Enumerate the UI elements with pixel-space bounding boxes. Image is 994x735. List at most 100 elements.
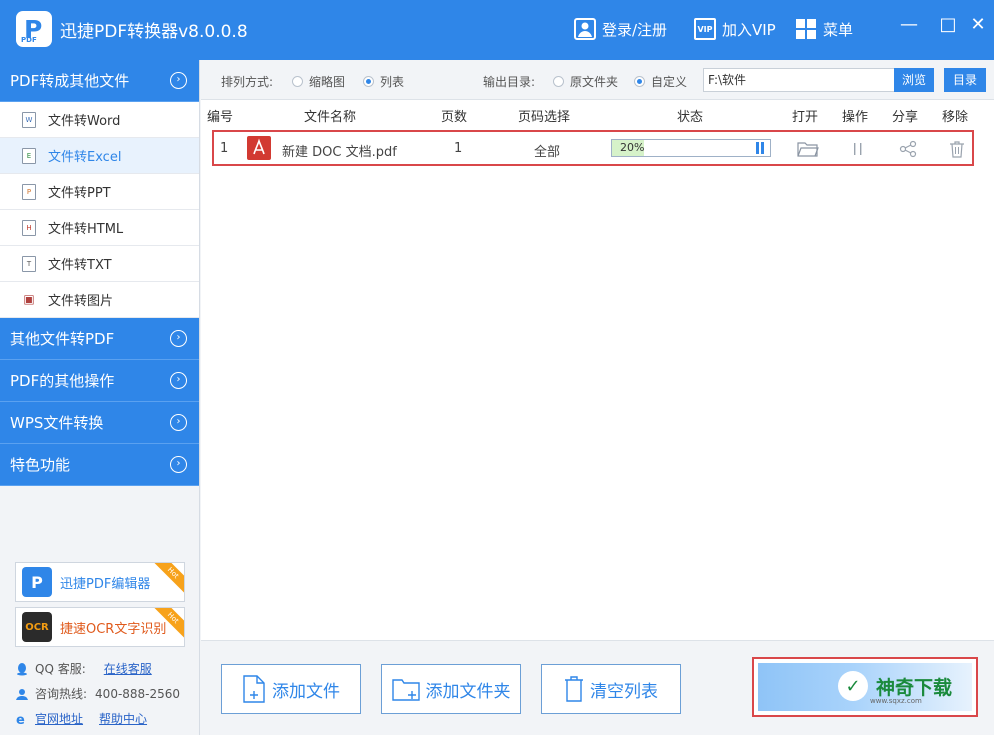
category-pdf-other-ops[interactable]: PDF的其他操作 ›	[0, 360, 199, 402]
promo-label: 捷速OCR文字识别	[60, 621, 167, 637]
start-convert-button[interactable]: ✓ 神奇下载 www.sqxz.com	[752, 657, 978, 717]
col-pages: 页数	[441, 110, 468, 125]
user-icon	[574, 18, 596, 40]
online-support-link[interactable]: 在线客服	[104, 660, 152, 677]
login-label: 登录/注册	[602, 20, 668, 39]
browse-button[interactable]: 浏览	[894, 68, 934, 92]
promo-label: 迅捷PDF编辑器	[60, 576, 151, 592]
sidebar-item-label: 文件转Excel	[48, 150, 122, 165]
html-file-icon: H	[22, 219, 36, 236]
chevron-icon: ›	[170, 414, 187, 431]
add-folder-button[interactable]: 添加文件夹	[381, 664, 521, 714]
maximize-button[interactable]: □	[937, 14, 959, 36]
vip-icon: VIP	[694, 18, 716, 40]
sidebar-item-label: 文件转图片	[48, 294, 114, 309]
trash-icon[interactable]	[946, 139, 968, 159]
ppt-file-icon: P	[22, 183, 36, 200]
app-logo-icon: P PDF	[16, 11, 52, 47]
radio-icon	[553, 76, 564, 87]
radio-icon	[292, 76, 303, 87]
output-path-input[interactable]: F:\软件	[703, 68, 895, 92]
sort-list-radio[interactable]: 列表	[363, 73, 404, 90]
col-page-range: 页码选择	[518, 110, 571, 125]
watermark-url: www.sqxz.com	[870, 697, 922, 705]
add-file-button[interactable]: 添加文件	[221, 664, 361, 714]
sidebar-item-label: 文件转PPT	[48, 186, 111, 201]
sidebar-item-word[interactable]: W 文件转Word	[0, 102, 199, 138]
share-icon[interactable]	[897, 139, 919, 159]
category-label: PDF的其他操作	[10, 372, 115, 390]
links-row: e 官网地址 帮助中心	[15, 710, 147, 727]
add-folder-icon	[391, 679, 420, 701]
grid-menu-icon	[795, 18, 817, 40]
vip-button[interactable]: VIP 加入VIP	[694, 17, 776, 41]
sidebar-item-label: 文件转TXT	[48, 258, 112, 273]
open-dir-button[interactable]: 目录	[944, 68, 986, 92]
promo-pdf-editor[interactable]: P 迅捷PDF编辑器 Hot	[15, 562, 185, 602]
vip-label: 加入VIP	[722, 20, 776, 39]
col-index: 编号	[207, 110, 234, 125]
pause-icon[interactable]	[755, 142, 765, 154]
table-header: 编号 文件名称 页数 页码选择 状态 打开 操作 分享 移除	[201, 102, 994, 126]
close-button[interactable]: ✕	[967, 14, 989, 36]
menu-button[interactable]: 菜单	[795, 17, 853, 41]
add-file-label: 添加文件	[272, 681, 340, 702]
ocr-icon: OCR	[22, 612, 52, 642]
hot-ribbon: Hot	[151, 563, 184, 595]
col-remove: 移除	[942, 110, 969, 125]
app-title: 迅捷PDF转换器v8.0.0.8	[60, 22, 248, 42]
output-custom-radio[interactable]: 自定义	[634, 73, 687, 90]
login-button[interactable]: 登录/注册	[574, 17, 667, 41]
row-filename: 新建 DOC 文档.pdf	[282, 145, 397, 160]
promo-ocr[interactable]: OCR 捷速OCR文字识别 Hot	[15, 607, 185, 647]
sort-label: 排列方式:	[221, 75, 274, 89]
open-folder-icon[interactable]	[797, 139, 819, 159]
chevron-icon: ›	[170, 72, 187, 89]
sort-thumbnail-radio[interactable]: 缩略图	[292, 73, 345, 90]
category-label: WPS文件转换	[10, 414, 104, 432]
sidebar-item-txt[interactable]: T 文件转TXT	[0, 246, 199, 282]
qq-support-row: QQ 客服: 在线客服	[15, 660, 152, 677]
clear-list-label: 清空列表	[590, 681, 658, 702]
help-center-link[interactable]: 帮助中心	[99, 710, 147, 727]
clear-list-button[interactable]: 清空列表	[541, 664, 681, 714]
chevron-icon: ›	[170, 456, 187, 473]
col-filename: 文件名称	[304, 110, 357, 125]
category-label: PDF转成其他文件	[10, 72, 130, 90]
sidebar: PDF转成其他文件 › W 文件转Word E 文件转Excel P 文件转PP…	[0, 60, 200, 735]
pause-action-icon[interactable]	[847, 139, 869, 159]
category-pdf-to-other[interactable]: PDF转成其他文件 ›	[0, 60, 199, 102]
menu-label: 菜单	[823, 20, 854, 39]
row-pages: 1	[454, 141, 463, 156]
sidebar-item-ppt[interactable]: P 文件转PPT	[0, 174, 199, 210]
category-wps[interactable]: WPS文件转换 ›	[0, 402, 199, 444]
minimize-button[interactable]: —	[898, 14, 920, 36]
image-file-icon: ▣	[22, 291, 36, 308]
sidebar-item-html[interactable]: H 文件转HTML	[0, 210, 199, 246]
radio-checked-icon	[634, 76, 645, 87]
category-other-to-pdf[interactable]: 其他文件转PDF ›	[0, 318, 199, 360]
sidebar-item-excel[interactable]: E 文件转Excel	[0, 138, 199, 174]
category-features[interactable]: 特色功能 ›	[0, 444, 199, 486]
output-original-radio[interactable]: 原文件夹	[553, 73, 618, 90]
col-share: 分享	[892, 110, 919, 125]
category-label: 其他文件转PDF	[10, 330, 115, 348]
row-page-range[interactable]: 全部	[534, 141, 560, 160]
sidebar-item-label: 文件转HTML	[48, 222, 124, 237]
col-status: 状态	[677, 110, 704, 125]
category-label: 特色功能	[10, 456, 71, 474]
output-label: 输出目录:	[483, 75, 536, 89]
bottom-bar: 添加文件 添加文件夹 清空列表 ✓ 神奇下载 www.sqxz.com	[201, 640, 994, 735]
table-row[interactable]: 1 新建 DOC 文档.pdf 1 全部 20%	[212, 130, 974, 166]
chevron-icon: ›	[170, 330, 187, 347]
hotline-value: 400-888-2560	[95, 686, 181, 701]
ie-icon: e	[16, 713, 25, 726]
col-action: 操作	[842, 110, 869, 125]
add-folder-label: 添加文件夹	[425, 681, 511, 702]
radio-checked-icon	[363, 76, 374, 87]
pdf-editor-icon: P	[22, 567, 52, 597]
add-file-icon	[243, 675, 265, 703]
website-link[interactable]: 官网地址	[35, 710, 83, 727]
sidebar-item-image[interactable]: ▣ 文件转图片	[0, 282, 199, 318]
hotline-row: 咨询热线: 400-888-2560	[15, 685, 180, 702]
